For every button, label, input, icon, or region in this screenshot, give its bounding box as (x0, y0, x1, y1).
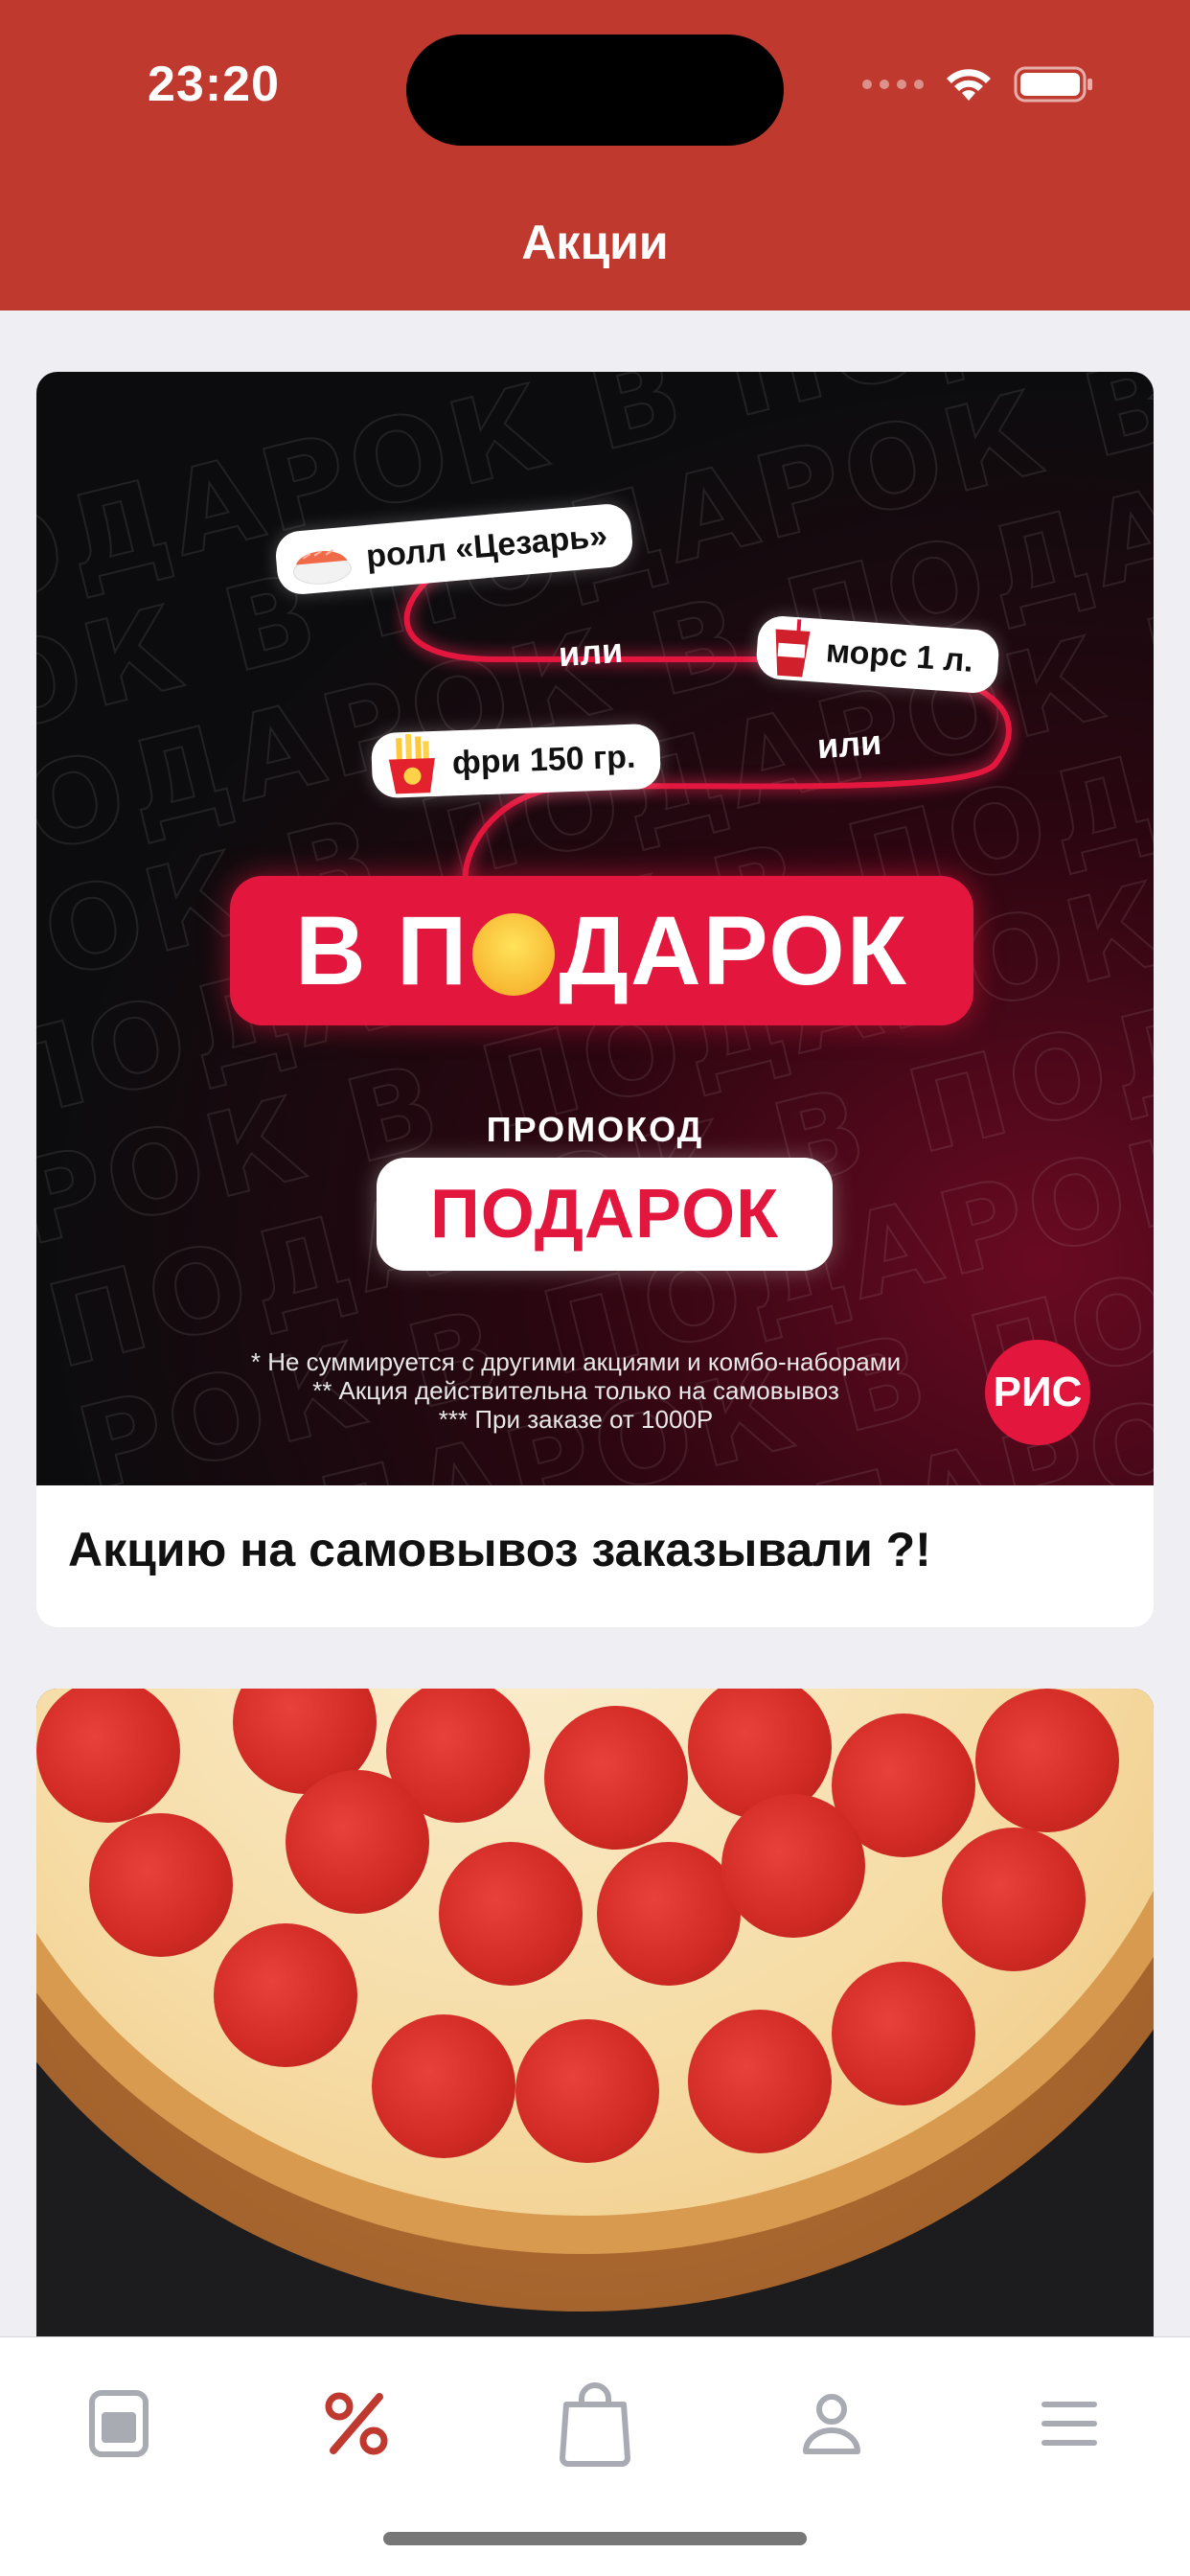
tab-profile[interactable] (784, 2376, 880, 2472)
fine-print: *** При заказе от 1000Р (438, 1405, 714, 1434)
home-indicator[interactable] (383, 2532, 807, 2545)
pepperoni-slice (832, 1962, 975, 2105)
pepperoni-slice (688, 2010, 832, 2153)
promo-banner-image: ПОДАРОК В ПОДАРОК В ПОДАРОК В ПОДАРОК В … (36, 372, 1154, 1485)
pepperoni-slice (89, 1813, 233, 1957)
gift-item-label: фри 150 гр. (451, 738, 636, 781)
gift-item-label: ролл «Цезарь» (364, 517, 609, 575)
pepperoni-slice (597, 1842, 741, 1986)
gift-headline-right: ДАРОК (559, 895, 908, 1005)
page-title: Акции (521, 216, 669, 269)
promo-title: Акцию на самовывоз заказывали ?! (68, 1523, 931, 1576)
percent-icon (325, 2392, 388, 2455)
promo-code-value: ПОДАРОК (377, 1158, 833, 1271)
pepperoni-slice (721, 1794, 865, 1938)
wifi-icon (947, 69, 991, 101)
promo-card[interactable]: ПОДАРОК В ПОДАРОК В ПОДАРОК В ПОДАРОК В … (36, 372, 1154, 1627)
sushi-icon (292, 549, 352, 585)
pizza-image (36, 1689, 1154, 2359)
tab-menu[interactable] (71, 2376, 167, 2472)
tab-promotions[interactable] (309, 2376, 404, 2472)
tab-more[interactable] (1021, 2376, 1117, 2472)
pepperoni-slice (439, 1842, 583, 1986)
person-icon (803, 2394, 860, 2454)
promo-code-label: ПРОМОКОД (486, 1110, 704, 1149)
header: 23:20 Акции (0, 0, 1190, 310)
cellular-signal-icon (862, 80, 924, 89)
pepperoni-slice (544, 1706, 688, 1850)
or-label: или (557, 630, 625, 675)
drink-cup-icon (775, 619, 811, 678)
status-time: 23:20 (148, 57, 280, 112)
or-label: или (815, 722, 883, 767)
gift-headline: В П ДАРОК (230, 876, 973, 1025)
pepperoni-slice (515, 2019, 659, 2163)
gift-item-pill: фри 150 гр. (370, 723, 662, 799)
promo-card[interactable] (36, 1689, 1154, 2359)
menu-card-icon (89, 2390, 149, 2457)
battery-icon (1014, 66, 1092, 103)
shopping-bag-icon (560, 2382, 630, 2467)
pepperoni-slice (286, 1770, 429, 1914)
pepperoni-slice (372, 2014, 515, 2158)
brand-logo: РИС (985, 1340, 1090, 1445)
pepperoni-slice (942, 1828, 1086, 1971)
fine-print: ** Акция действительна только на самовыв… (312, 1376, 839, 1405)
hamburger-icon (1041, 2402, 1097, 2446)
tab-cart[interactable] (547, 2376, 643, 2472)
shocked-face-icon (472, 913, 556, 996)
fine-print: * Не суммируется с другими акциями и ком… (250, 1347, 902, 1376)
promotions-screen: 23:20 Акции ПОДАРОК В ПОДАРОК В ПОДАРОК … (0, 0, 1190, 2576)
dynamic-island (406, 34, 784, 146)
fries-icon (388, 733, 435, 794)
gift-headline-left: В П (295, 895, 469, 1005)
gift-item-label: морс 1 л. (824, 632, 975, 679)
status-icons (862, 65, 1094, 104)
pepperoni-slice (975, 1689, 1119, 1832)
pepperoni-slice (214, 1923, 357, 2067)
